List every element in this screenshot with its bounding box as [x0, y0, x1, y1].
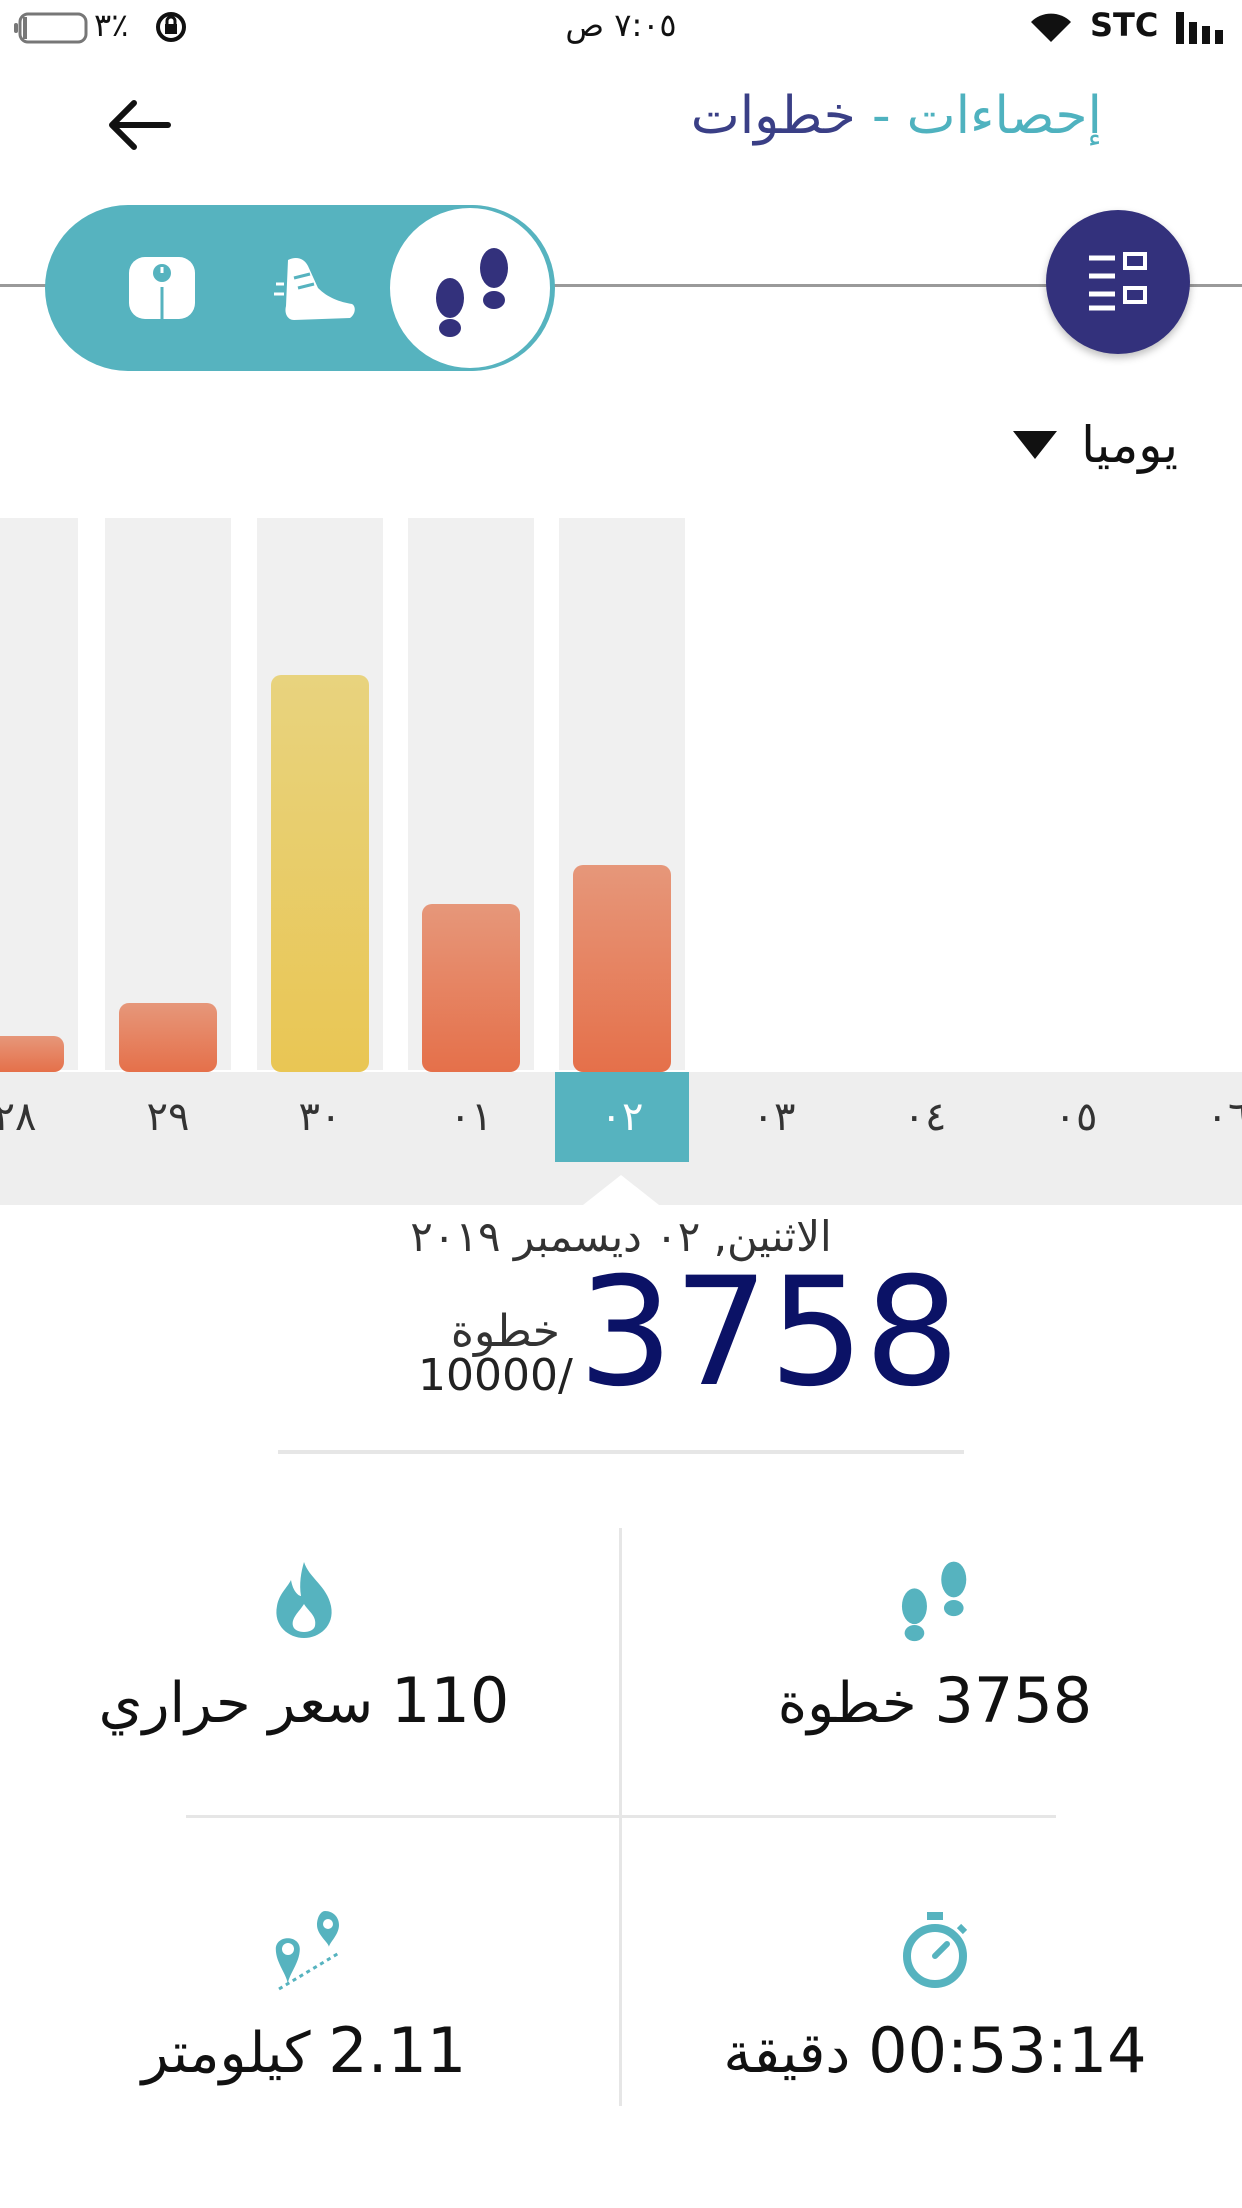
steps-goal: 10000/ — [418, 1350, 573, 1401]
footprints-icon — [436, 248, 508, 337]
stat-duration: 00:53:14 دقيقة — [685, 1902, 1185, 2087]
chart-day-tick[interactable]: ٠٣ — [707, 1072, 841, 1162]
segment-steps[interactable] — [387, 205, 553, 371]
period-dropdown[interactable]: يوميا — [1013, 416, 1178, 474]
flame-icon — [269, 1552, 339, 1648]
stat-distance-unit: كيلومتر — [141, 2021, 311, 2086]
chart-bar[interactable] — [271, 675, 369, 1072]
stats-horizontal-divider — [186, 1815, 1056, 1818]
scale-icon — [129, 257, 195, 319]
segment-weight[interactable] — [79, 205, 245, 371]
chart-bar[interactable] — [573, 865, 671, 1072]
back-button[interactable] — [104, 95, 174, 155]
filter-button[interactable] — [1046, 210, 1190, 354]
summary-divider — [278, 1450, 964, 1454]
filter-list-icon — [1089, 252, 1147, 311]
segment-activity[interactable] — [233, 205, 399, 371]
stat-duration-unit: دقيقة — [723, 2021, 851, 2086]
chart-day-tick[interactable]: ٢٩ — [101, 1072, 235, 1162]
title-main: إحصاءات — [906, 86, 1102, 146]
route-pins-icon — [259, 1902, 349, 1998]
stat-distance: 2.11 كيلومتر — [54, 1902, 554, 2087]
dropdown-triangle-icon — [1013, 431, 1058, 459]
footprints-stat-icon — [893, 1552, 977, 1648]
total-steps-value: 3758 — [578, 1246, 960, 1420]
stat-calories-unit: سعر حراري — [98, 1671, 374, 1736]
chart-day-tick[interactable]: ٠٢ — [555, 1072, 689, 1162]
chart-day-tick[interactable]: ٢٨ — [0, 1072, 82, 1162]
title-separator: - — [871, 86, 891, 146]
stat-duration-value: 00:53:14 — [868, 2014, 1147, 2087]
chart-bar[interactable] — [0, 1036, 64, 1072]
stat-steps-value: 3758 — [934, 1664, 1093, 1737]
chart-day-tick[interactable]: ٣٠ — [253, 1072, 387, 1162]
title-sub: خطوات — [690, 86, 856, 146]
stat-steps: 3758 خطوة — [685, 1552, 1185, 1737]
chart-day-tick[interactable]: ٠١ — [404, 1072, 538, 1162]
chart-day-tick[interactable]: ٠٤ — [858, 1072, 992, 1162]
activity-segmented-control — [45, 205, 555, 371]
status-bar: ٣٪ ٧:٠٥ ص STC — [0, 0, 1242, 60]
chart-column-background — [0, 518, 78, 1070]
period-label: يوميا — [1081, 416, 1178, 474]
sneaker-icon — [274, 258, 355, 320]
selected-day-pointer — [583, 1175, 659, 1205]
stat-calories: 110 سعر حراري — [54, 1552, 554, 1737]
stat-steps-unit: خطوة — [777, 1671, 917, 1736]
chart-day-tick[interactable]: ٠٦ — [1161, 1072, 1242, 1162]
page-title: إحصاءات-خطوات — [691, 86, 1102, 146]
signal-icon — [1176, 12, 1224, 52]
chart-day-tick[interactable]: ٠٥ — [1009, 1072, 1143, 1162]
stat-distance-value: 2.11 — [328, 2014, 467, 2087]
stat-calories-value: 110 — [391, 1664, 510, 1737]
stopwatch-icon — [895, 1902, 975, 1998]
arrow-left-icon — [109, 100, 171, 150]
chart-column-background — [105, 518, 231, 1070]
chart-bar[interactable] — [422, 904, 520, 1072]
carrier-name: STC — [1090, 6, 1159, 44]
chart-bar[interactable] — [119, 1003, 217, 1072]
wifi-icon — [1028, 10, 1074, 52]
